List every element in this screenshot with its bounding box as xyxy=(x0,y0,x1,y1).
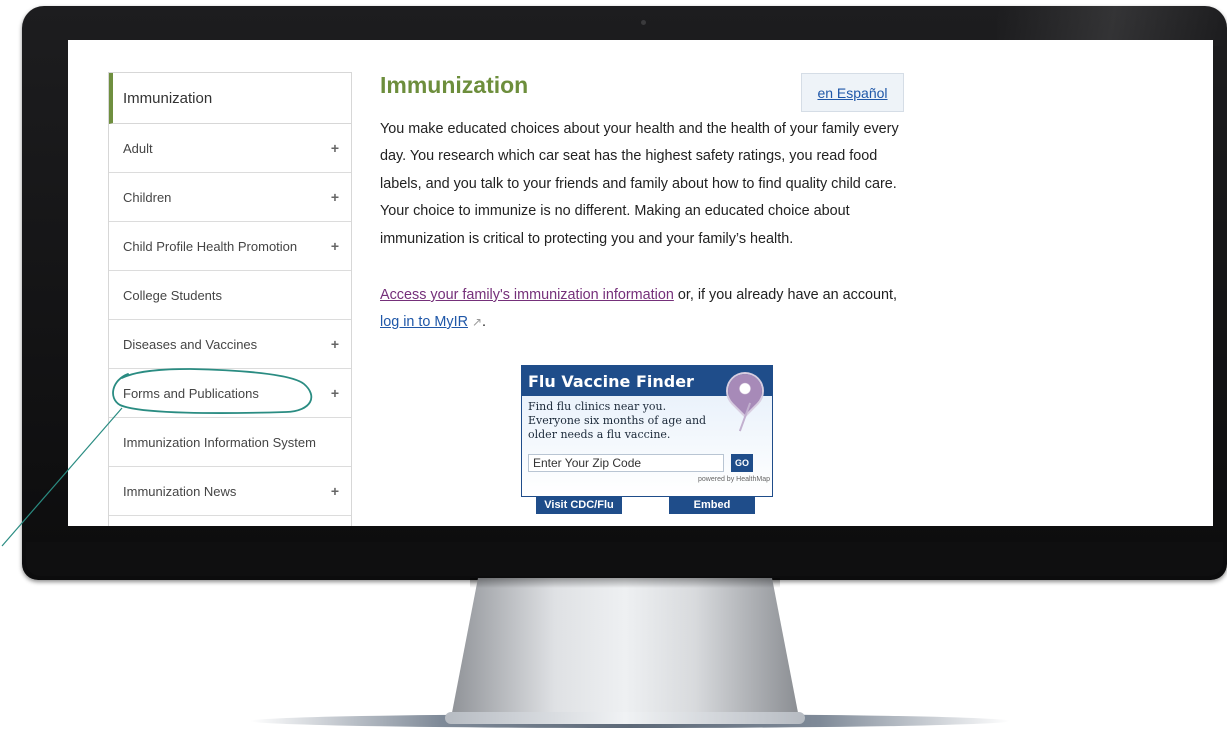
sidebar-item-label: Forms and Publications xyxy=(123,385,259,401)
sidebar-item-college-students[interactable]: College Students xyxy=(109,271,351,320)
page-title: Immunization xyxy=(380,72,529,98)
expand-plus-icon[interactable]: + xyxy=(331,140,339,156)
language-box: en Español xyxy=(801,73,904,112)
sidebar-item-adult[interactable]: Adult + xyxy=(109,124,351,173)
sidebar-item-children[interactable]: Children + xyxy=(109,173,351,222)
visit-cdc-flu-button[interactable]: Visit CDC/Flu xyxy=(536,496,622,514)
sidebar-heading[interactable]: Immunization xyxy=(109,73,351,124)
sidebar-item-information-system[interactable]: Immunization Information System xyxy=(109,418,351,467)
flu-widget-body: Find flu clinics near you. Everyone six … xyxy=(522,366,772,494)
spanish-language-link[interactable]: en Español xyxy=(817,85,887,101)
sidebar-item-diseases-vaccines[interactable]: Diseases and Vaccines + xyxy=(109,320,351,369)
login-myir-link[interactable]: log in to MyIR xyxy=(380,314,468,330)
access-text: or, if you already have an account, xyxy=(673,287,898,303)
sidebar-item-immunization-news[interactable]: Immunization News + xyxy=(109,467,351,516)
monitor-stand xyxy=(450,578,800,723)
flu-vaccine-finder-widget: Flu Vaccine Finder Find flu clinics near… xyxy=(521,365,773,514)
flu-line-2: Everyone six months of age and xyxy=(528,414,707,427)
sidebar-nav: Immunization Adult + Children + Child Pr… xyxy=(108,72,352,526)
stand-shadow xyxy=(470,578,780,588)
sidebar-item-label: Immunization News xyxy=(123,483,237,499)
embed-button[interactable]: Embed xyxy=(669,496,755,514)
access-end: . xyxy=(482,314,487,330)
monitor-chin xyxy=(26,542,1223,576)
monitor-base xyxy=(445,712,805,724)
sidebar-item-label: Child Profile Health Promotion xyxy=(123,238,298,254)
flu-line-1: Find flu clinics near you. xyxy=(528,400,667,413)
flu-line-3: older needs a flu vaccine. xyxy=(528,428,671,441)
intro-paragraph: You make educated choices about your hea… xyxy=(380,121,899,247)
sidebar-item-label: Diseases and Vaccines xyxy=(123,336,258,352)
access-immunization-info-link[interactable]: Access your family's immunization inform… xyxy=(380,287,674,303)
sidebar-item-forms-publications[interactable]: Forms and Publications + xyxy=(109,369,351,418)
expand-plus-icon[interactable]: + xyxy=(331,385,339,401)
expand-plus-icon[interactable]: + xyxy=(331,189,339,205)
expand-plus-icon[interactable]: + xyxy=(331,238,339,254)
zip-code-input[interactable] xyxy=(528,454,724,472)
expand-plus-icon[interactable]: + xyxy=(331,483,339,499)
sidebar-item-child-profile[interactable]: Child Profile Health Promotion + xyxy=(109,222,351,271)
expand-plus-icon[interactable]: + xyxy=(331,336,339,352)
flu-widget-description: Find flu clinics near you. Everyone six … xyxy=(528,400,728,442)
monitor-screen: Immunization Adult + Children + Child Pr… xyxy=(68,40,1213,526)
sidebar-item-label: Adult xyxy=(123,140,153,156)
powered-by-text: powered by HealthMap xyxy=(698,476,770,483)
sidebar-item-label: College Students xyxy=(123,287,223,303)
external-link-icon: ↗ xyxy=(471,315,483,329)
webcam-icon xyxy=(641,20,646,25)
access-paragraph: Access your family's immunization inform… xyxy=(380,282,920,336)
go-button[interactable]: GO xyxy=(731,454,753,472)
sidebar-item-label: Children xyxy=(123,189,172,205)
sidebar-item-label: Immunization Information System xyxy=(123,434,316,450)
